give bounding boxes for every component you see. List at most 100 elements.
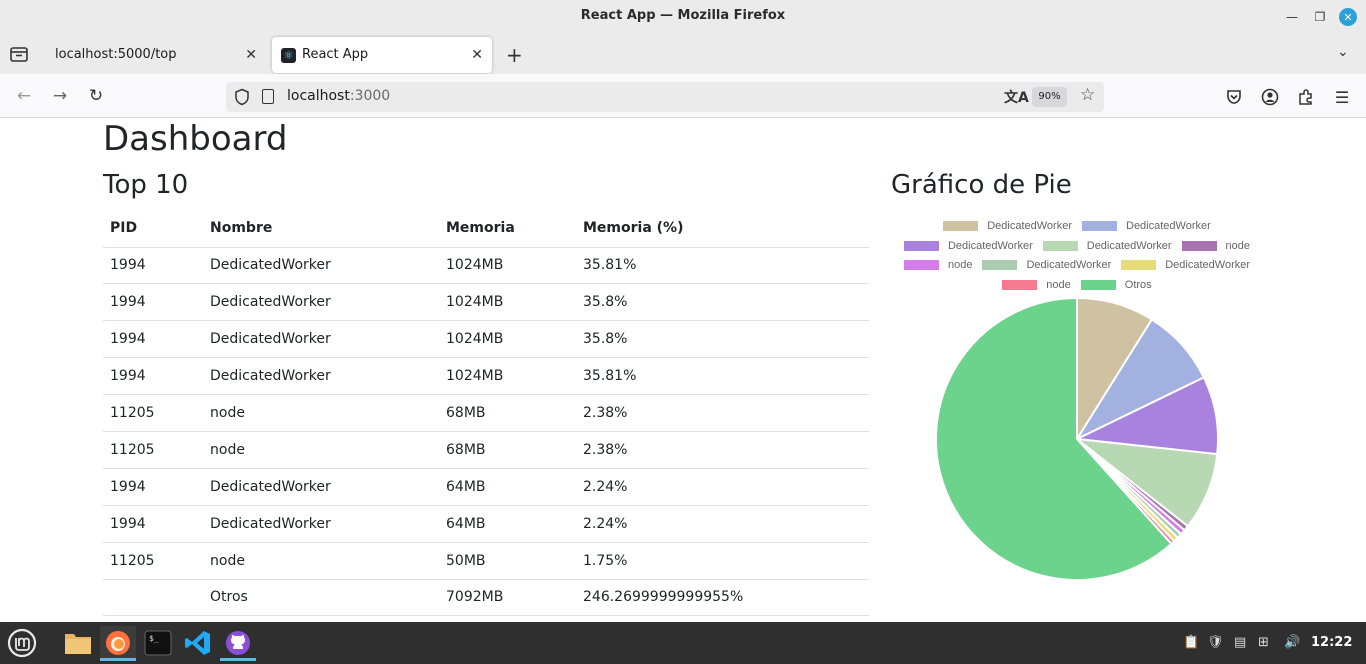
zoom-level-badge[interactable]: 90% [1032,87,1067,107]
legend-item[interactable]: DedicatedWorker [1082,220,1211,232]
cell-nombre: DedicatedWorker [203,283,439,322]
tab-localhost-5000[interactable]: localhost:5000/top ✕ [44,37,266,73]
table-header-row: PID Nombre Memoria Memoria (%) [103,209,869,248]
window-title: React App — Mozilla Firefox [580,8,786,23]
pie-chart [935,296,1219,581]
vscode-icon[interactable] [180,626,216,660]
cell-memoria: 68MB [439,431,576,469]
cell-memoria: 1024MB [439,320,576,359]
forward-arrow-icon[interactable]: → [50,86,70,106]
table-row: 1994 DedicatedWorker 1024MB 35.81% [103,357,869,396]
cell-pid: 1994 [103,468,203,506]
volume-icon[interactable]: 🔊 [1284,635,1300,650]
cell-nombre: DedicatedWorker [203,320,439,359]
network-icon[interactable]: ⊞ [1258,635,1269,650]
cell-nombre: DedicatedWorker [203,247,439,285]
legend-item[interactable]: DedicatedWorker [1121,259,1250,271]
cell-memoria-pct: 35.8% [576,320,869,359]
legend-label: DedicatedWorker [947,239,1033,252]
legend-item[interactable]: node [1181,240,1250,252]
taskbar: $_ 📋 🛡 ▤ ⊞ 🔊 12:22 [0,622,1366,664]
cell-memoria-pct: 2.38% [576,431,869,469]
cell-memoria-pct: 2.24% [576,505,869,543]
close-tab-icon[interactable]: ✕ [471,47,483,63]
cell-nombre: node [203,542,439,580]
legend-item[interactable]: node [903,259,972,271]
legend-item[interactable]: DedicatedWorker [1042,239,1172,252]
cell-memoria: 1024MB [439,357,576,396]
address-bar[interactable]: localhost:3000 文A 90% ☆ [226,82,1104,112]
extensions-puzzle-icon[interactable] [1296,87,1316,107]
table-row: 11205 node 50MB 1.75% [103,542,869,580]
legend-row: DedicatedWorker DedicatedWorker node [891,236,1263,256]
translate-icon[interactable]: 文A [1004,87,1029,107]
cell-pid: 1994 [103,505,203,543]
terminal-icon[interactable]: $_ [140,626,176,660]
table-row: 1994 DedicatedWorker 1024MB 35.81% [103,247,869,285]
cell-memoria: 1024MB [439,283,576,322]
chart-legend: DedicatedWorker DedicatedWorker DedicatedW… [891,216,1263,295]
cell-memoria-pct: 2.38% [576,394,869,432]
legend-swatch [943,220,979,231]
cell-nombre: node [203,394,439,432]
url-text[interactable]: localhost:3000 [287,88,390,104]
header-memoria-pct: Memoria (%) [576,209,869,248]
account-icon[interactable] [1260,87,1280,107]
cell-memoria: 50MB [439,542,576,580]
header-pid: PID [103,209,203,248]
minimize-icon[interactable]: — [1283,8,1301,26]
cell-pid: 1994 [103,357,203,396]
cell-memoria-pct: 246.2699999999955% [576,579,869,617]
window-titlebar: React App — Mozilla Firefox — ❐ ✕ [0,0,1366,34]
table-row: 1994 DedicatedWorker 64MB 2.24% [103,505,869,543]
close-window-icon[interactable]: ✕ [1339,8,1357,26]
legend-swatch [903,260,939,271]
cell-memoria: 64MB [439,468,576,506]
mint-menu-icon[interactable] [4,626,40,660]
cell-nombre: node [203,431,439,469]
url-host: localhost [287,88,350,104]
processes-table: PID Nombre Memoria Memoria (%) 1994 Dedic… [103,209,869,617]
page-info-icon[interactable] [262,89,274,104]
files-folder-icon[interactable] [60,626,96,660]
shield-tray-icon[interactable]: 🛡 [1207,635,1224,650]
notes-icon[interactable]: ▤ [1234,635,1246,650]
hamburger-menu-icon[interactable]: ☰ [1332,87,1352,107]
close-tab-icon[interactable]: ✕ [245,47,257,63]
legend-label: DedicatedWorker [1086,239,1172,252]
shield-icon[interactable] [234,88,250,106]
tab-strip: localhost:5000/top ✕ ⚛ React App ✕ [0,34,1366,74]
table-row: 11205 node 68MB 2.38% [103,431,869,469]
legend-item[interactable]: DedicatedWorker [903,239,1033,252]
github-icon[interactable] [220,626,256,660]
tab-react-app[interactable]: ⚛ React App ✕ [272,37,492,73]
cell-memoria: 68MB [439,394,576,432]
bookmark-star-icon[interactable]: ☆ [1080,85,1095,105]
legend-label: DedicatedWorker [1165,259,1251,272]
chevron-down-icon[interactable]: ⌄ [1337,44,1349,60]
page-content: Dashboard Top 10 Gráfico de Pie PID Nomb… [0,119,1366,622]
legend-item[interactable]: DedicatedWorker [943,220,1072,232]
tab-label: localhost:5000/top [55,47,177,62]
new-tab-icon[interactable]: + [506,43,523,67]
cell-pid: 1994 [103,247,203,285]
tab-list-icon[interactable] [8,44,30,64]
cell-memoria-pct: 2.24% [576,468,869,506]
cell-memoria-pct: 35.81% [576,357,869,396]
cell-memoria: 64MB [439,505,576,543]
header-memoria: Memoria [439,209,576,248]
clipboard-icon[interactable]: 📋 [1183,635,1199,650]
active-app-indicator [100,658,136,661]
pocket-icon[interactable] [1224,87,1244,107]
maximize-icon[interactable]: ❐ [1311,8,1329,26]
chart-title: Gráfico de Pie [891,170,1072,200]
legend-label: DedicatedWorker [987,219,1072,232]
table-row: Otros 7092MB 246.2699999999955% [103,579,869,617]
back-arrow-icon[interactable]: ← [14,86,34,106]
reload-icon[interactable]: ↻ [86,86,106,106]
legend-item[interactable]: DedicatedWorker [982,259,1111,271]
table-title: Top 10 [103,170,189,200]
legend-swatch [1082,220,1117,231]
firefox-icon[interactable] [100,626,136,660]
legend-label: DedicatedWorker [1026,259,1112,272]
